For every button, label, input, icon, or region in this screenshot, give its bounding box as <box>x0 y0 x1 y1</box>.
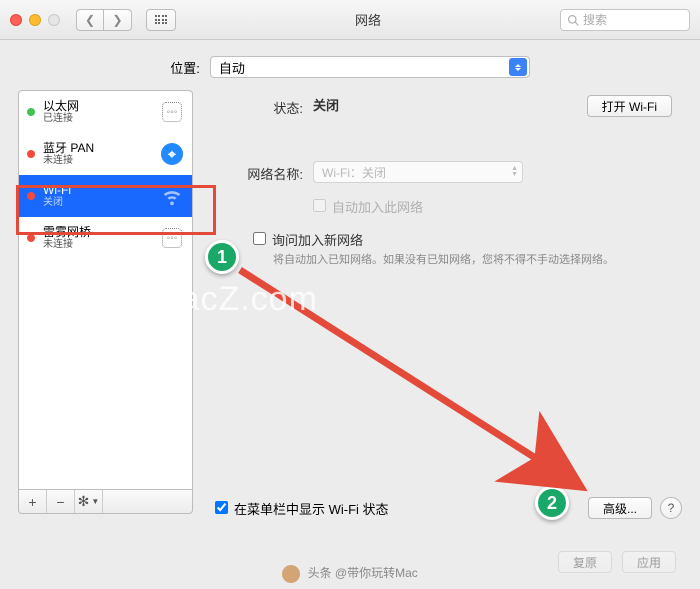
window-title: 网络 <box>184 10 552 29</box>
select-stepper-icon: ▲▼ <box>511 166 518 178</box>
status-dot <box>27 192 35 200</box>
show-menu-input[interactable] <box>215 501 228 514</box>
sidebar-item-wifi[interactable]: Wi-Fi关闭 <box>19 175 192 217</box>
show-all-button[interactable] <box>146 9 176 31</box>
actions-menu-button[interactable]: ✻▼ <box>75 490 103 513</box>
ask-join-label: 询问加入新网络 <box>272 230 363 249</box>
item-name: 雷雾网桥 <box>43 225 152 239</box>
sidebar-footer: + − ✻▼ <box>18 490 193 514</box>
status-label: 状态: <box>213 95 303 117</box>
auto-join-checkbox: 自动加入此网络 <box>313 197 672 216</box>
gear-icon: ✻ <box>78 493 90 510</box>
status-dot <box>27 150 35 158</box>
location-select[interactable]: 自动 <box>210 56 530 78</box>
location-row: 位置: 自动 <box>0 40 700 90</box>
byline: 头条 @带你玩转Mac <box>0 564 700 583</box>
show-menu-label: 在菜单栏中显示 Wi-Fi 状态 <box>234 499 389 518</box>
minimize-window-button[interactable] <box>29 14 41 26</box>
forward-button[interactable]: ❯ <box>104 9 132 31</box>
ask-join-input[interactable] <box>253 232 266 245</box>
network-name-select[interactable]: Wi-Fi：关闭 ▲▼ <box>313 161 523 183</box>
bottom-row: 在菜单栏中显示 Wi-Fi 状态 高级... ? <box>215 497 682 519</box>
chevron-down-icon: ▼ <box>91 497 99 506</box>
ask-join-checkbox[interactable]: 询问加入新网络 <box>253 230 672 249</box>
remove-interface-button[interactable]: − <box>47 490 75 513</box>
ethernet-icon: ◦◦◦ <box>160 100 184 124</box>
sidebar-item-thunderbolt[interactable]: 雷雾网桥未连接 ◦◦◦ <box>19 217 192 259</box>
status-dot <box>27 234 35 242</box>
status-dot <box>27 108 35 116</box>
status-value: 关闭 <box>313 95 577 114</box>
close-window-button[interactable] <box>10 14 22 26</box>
interface-list: 以太网已连接 ◦◦◦ 蓝牙 PAN未连接 ⌖ Wi-Fi关闭 雷雾网桥未连接 ◦… <box>18 90 193 490</box>
wifi-icon <box>160 184 184 208</box>
auto-join-label: 自动加入此网络 <box>332 197 423 216</box>
location-label: 位置: <box>170 58 200 77</box>
grid-icon <box>155 15 168 24</box>
nav-buttons: ❮ ❯ <box>76 9 132 31</box>
add-interface-button[interactable]: + <box>19 490 47 513</box>
zoom-window-button[interactable] <box>48 14 60 26</box>
item-name: Wi-Fi <box>43 183 152 197</box>
network-name-label: 网络名称: <box>213 161 303 183</box>
search-input[interactable]: 搜索 <box>560 9 690 31</box>
search-placeholder: 搜索 <box>583 11 607 28</box>
network-name-value: Wi-Fi：关闭 <box>322 164 386 181</box>
search-icon <box>567 14 579 26</box>
sidebar-item-bluetooth[interactable]: 蓝牙 PAN未连接 ⌖ <box>19 133 192 175</box>
sidebar: 以太网已连接 ◦◦◦ 蓝牙 PAN未连接 ⌖ Wi-Fi关闭 雷雾网桥未连接 ◦… <box>18 90 193 514</box>
show-menu-checkbox[interactable]: 在菜单栏中显示 Wi-Fi 状态 <box>215 499 588 518</box>
main-content: 以太网已连接 ◦◦◦ 蓝牙 PAN未连接 ⌖ Wi-Fi关闭 雷雾网桥未连接 ◦… <box>0 90 700 524</box>
bluetooth-icon: ⌖ <box>160 142 184 166</box>
author-avatar <box>282 565 300 583</box>
item-sub: 关闭 <box>43 197 152 209</box>
advanced-button[interactable]: 高级... <box>588 497 652 519</box>
thunderbolt-icon: ◦◦◦ <box>160 226 184 250</box>
item-sub: 未连接 <box>43 239 152 251</box>
item-sub: 未连接 <box>43 155 152 167</box>
sidebar-item-ethernet[interactable]: 以太网已连接 ◦◦◦ <box>19 91 192 133</box>
back-button[interactable]: ❮ <box>76 9 104 31</box>
location-value: 自动 <box>219 58 245 77</box>
byline-prefix: 头条 <box>308 566 332 580</box>
detail-pane: 状态: 关闭 打开 Wi-Fi 网络名称: Wi-Fi：关闭 ▲▼ 自动加入此网… <box>203 90 682 514</box>
traffic-lights <box>10 14 60 26</box>
auto-join-input <box>313 199 326 212</box>
wifi-toggle-button[interactable]: 打开 Wi-Fi <box>587 95 672 117</box>
ask-join-description: 将自动加入已知网络。如果没有已知网络，您将不得不手动选择网络。 <box>273 253 672 268</box>
select-arrows-icon <box>509 58 527 76</box>
annotation-badge-2: 2 <box>535 486 569 520</box>
item-name: 蓝牙 PAN <box>43 141 152 155</box>
item-sub: 已连接 <box>43 113 152 125</box>
annotation-badge-1: 1 <box>205 240 239 274</box>
byline-author: @带你玩转Mac <box>335 566 418 580</box>
item-name: 以太网 <box>43 99 152 113</box>
titlebar: ❮ ❯ 网络 搜索 <box>0 0 700 40</box>
help-button[interactable]: ? <box>660 497 682 519</box>
